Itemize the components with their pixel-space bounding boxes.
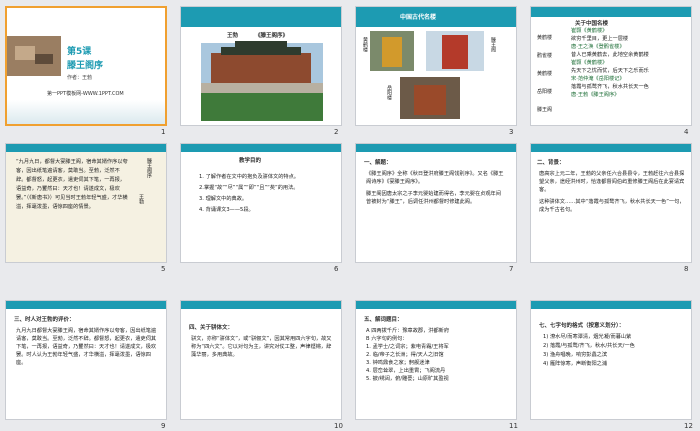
slide-thumbnail-3[interactable]: 中国古代名楼 黄鹤楼 滕王阁 岳阳楼 <box>355 6 517 126</box>
slide-number: 2 <box>334 128 339 136</box>
slide-thumbnail-12[interactable]: 七、七字句的格式（按意义划分）： 1) 潦水尽/而寒潭清，烟光凝/而暮山紫 2)… <box>530 300 692 420</box>
yellow-crane-tower-image <box>370 31 414 71</box>
slide-number: 1 <box>161 128 166 136</box>
slide-number: 11 <box>509 422 518 430</box>
tower-list: 黄鹤楼 鹳雀楼 黄鹤楼 岳阳楼 滕王阁 <box>537 35 553 113</box>
slide-heading: 中国古代名楼 <box>400 14 437 21</box>
slide-number: 8 <box>684 265 689 273</box>
tengwang-pavilion-image <box>426 31 484 71</box>
slide-thumbnail-6[interactable]: 教学目的 1. 了解作者在文中的抱负及骈体文的特点。 2.掌握“故”“尽”“属”… <box>180 143 342 263</box>
slide-number: 4 <box>684 128 689 136</box>
slide-heading: 五、解词题目： <box>364 317 403 323</box>
slide-heading: 三、时人对王勃的评价： <box>14 317 75 323</box>
slide-title: 《滕王阁序》 <box>255 33 289 39</box>
vertical-author: 王勃 <box>138 194 144 204</box>
slide-heading: 二、背景： <box>537 160 565 166</box>
slide-thumbnail-2[interactable]: 王勃 《滕王阁序》 <box>180 6 342 126</box>
slide-thumbnail-7[interactable]: 一、解题： 《滕王阁序》全称《秋日登洪府滕王阁饯别序》。又名《滕王阁诗序》《宴滕… <box>355 143 517 263</box>
slide-thumbnail-4[interactable]: 关于中国名楼 黄鹤楼 鹳雀楼 黄鹤楼 岳阳楼 滕王阁 崔颢《黄鹤楼》 欲穷千里目… <box>530 6 692 126</box>
slide-heading: 一、解题： <box>364 160 392 166</box>
slide-body-text: 九月九日都督大宴滕王阁，宿命其婿作序以夸客，因出纸笔遍请客，莫敢当。至勃，泛然不… <box>16 328 157 366</box>
slide-number: 5 <box>161 265 166 273</box>
yueyang-tower-image <box>400 77 460 119</box>
slide-body-text: “九月九日，都督大宴滕王阁，宿命其婿作序以夸客，因出纸笔遍请客，莫敢当。至勃，泛… <box>16 159 128 210</box>
slide-thumbnail-5[interactable]: “九月九日，都督大宴滕王阁，宿命其婿作序以夸客，因出纸笔遍请客，莫敢当。至勃，泛… <box>5 143 167 263</box>
slide-footer: 第一PPT模板网-WWW.1PPT.COM <box>47 91 124 97</box>
slide-body-text: 《滕王阁序》全称《秋日登洪府滕王阁饯别序》。又名《滕王阁诗序》《宴滕王阁序》。 … <box>366 171 504 205</box>
slide-thumbnail-10[interactable]: 四、关于骈体文： 骈文，亦称“骈体文”，或“骈俪文”，因其常用四六字句，故又称为… <box>180 300 342 420</box>
slide-body-list: A 四两拨千斤：豫章故郡，洪都新府 B 六字句的例句： 1. 孟学士/之词宗；紫… <box>366 328 450 382</box>
slide-sorter-grid: 第5课 滕王阁序 作者：王勃 第一PPT模板网-WWW.1PPT.COM 1 王… <box>0 0 700 431</box>
slide-subtitle: 滕王阁序 <box>67 61 104 71</box>
pavilion-image <box>201 41 323 121</box>
slide-heading: 七、七字句的格式（按意义划分）： <box>539 323 625 329</box>
slide-thumbnail-9[interactable]: 三、时人对王勃的评价： 九月九日都督大宴滕王阁，宿命其婿作序以夸客，因出纸笔遍请… <box>5 300 167 420</box>
label-yellow-crane: 黄鹤楼 <box>362 37 368 52</box>
slide-thumbnail-8[interactable]: 二、背景： 唐高宗上元二年，王勃的父亲任六合县县令，王勃赶往六合县探望父亲，途经… <box>530 143 692 263</box>
slide-number: 12 <box>684 422 693 430</box>
slide-body-text: 骈文，亦称“骈体文”，或“骈俪文”，因其常用四六字句，故又称为“四六文”。它以对… <box>191 336 332 358</box>
slide-title: 第5课 <box>67 47 92 57</box>
slide-body-list: 1) 潦水尽/而寒潭清，烟光凝/而暮山紫 2) 落霞/与孤鹜/齐飞，秋水/共长天… <box>543 334 635 367</box>
slide-number: 7 <box>509 265 514 273</box>
slide-thumbnail-1[interactable]: 第5课 滕王阁序 作者：王勃 第一PPT模板网-WWW.1PPT.COM <box>5 6 167 126</box>
slide-heading: 四、关于骈体文： <box>189 325 234 331</box>
poem-lines: 崔颢《黄鹤楼》 欲穷千里目，更上一层楼 唐·王之涣《登鹳雀楼》 昔人已乘黄鹤去，… <box>571 28 649 98</box>
slide-number: 6 <box>334 265 339 273</box>
label-tengwang: 滕王阁 <box>490 37 496 52</box>
vertical-title: 滕王阁序 <box>146 158 152 178</box>
slide-thumbnail-11[interactable]: 五、解词题目： A 四两拨千斤：豫章故郡，洪都新府 B 六字句的例句： 1. 孟… <box>355 300 517 420</box>
objectives-list: 1. 了解作者在文中的抱负及骈体文的特点。 2.掌握“故”“尽”“属”“即”“且… <box>199 174 299 213</box>
slide-number: 10 <box>334 422 343 430</box>
slide-author: 作者：王勃 <box>67 75 93 81</box>
slide-number: 9 <box>161 422 166 430</box>
slide-number: 3 <box>509 128 514 136</box>
slide-heading: 关于中国名楼 <box>575 21 609 27</box>
slide-heading: 教学目的 <box>239 158 262 164</box>
slide-body-text: 唐高宗上元二年，王勃的父亲任六合县县令，王勃赶往六合县探望父亲，途经洪州时，恰逢… <box>539 171 685 213</box>
painting-image <box>7 36 61 76</box>
slide-author: 王勃 <box>227 33 239 39</box>
label-yueyang: 岳阳楼 <box>386 85 392 100</box>
